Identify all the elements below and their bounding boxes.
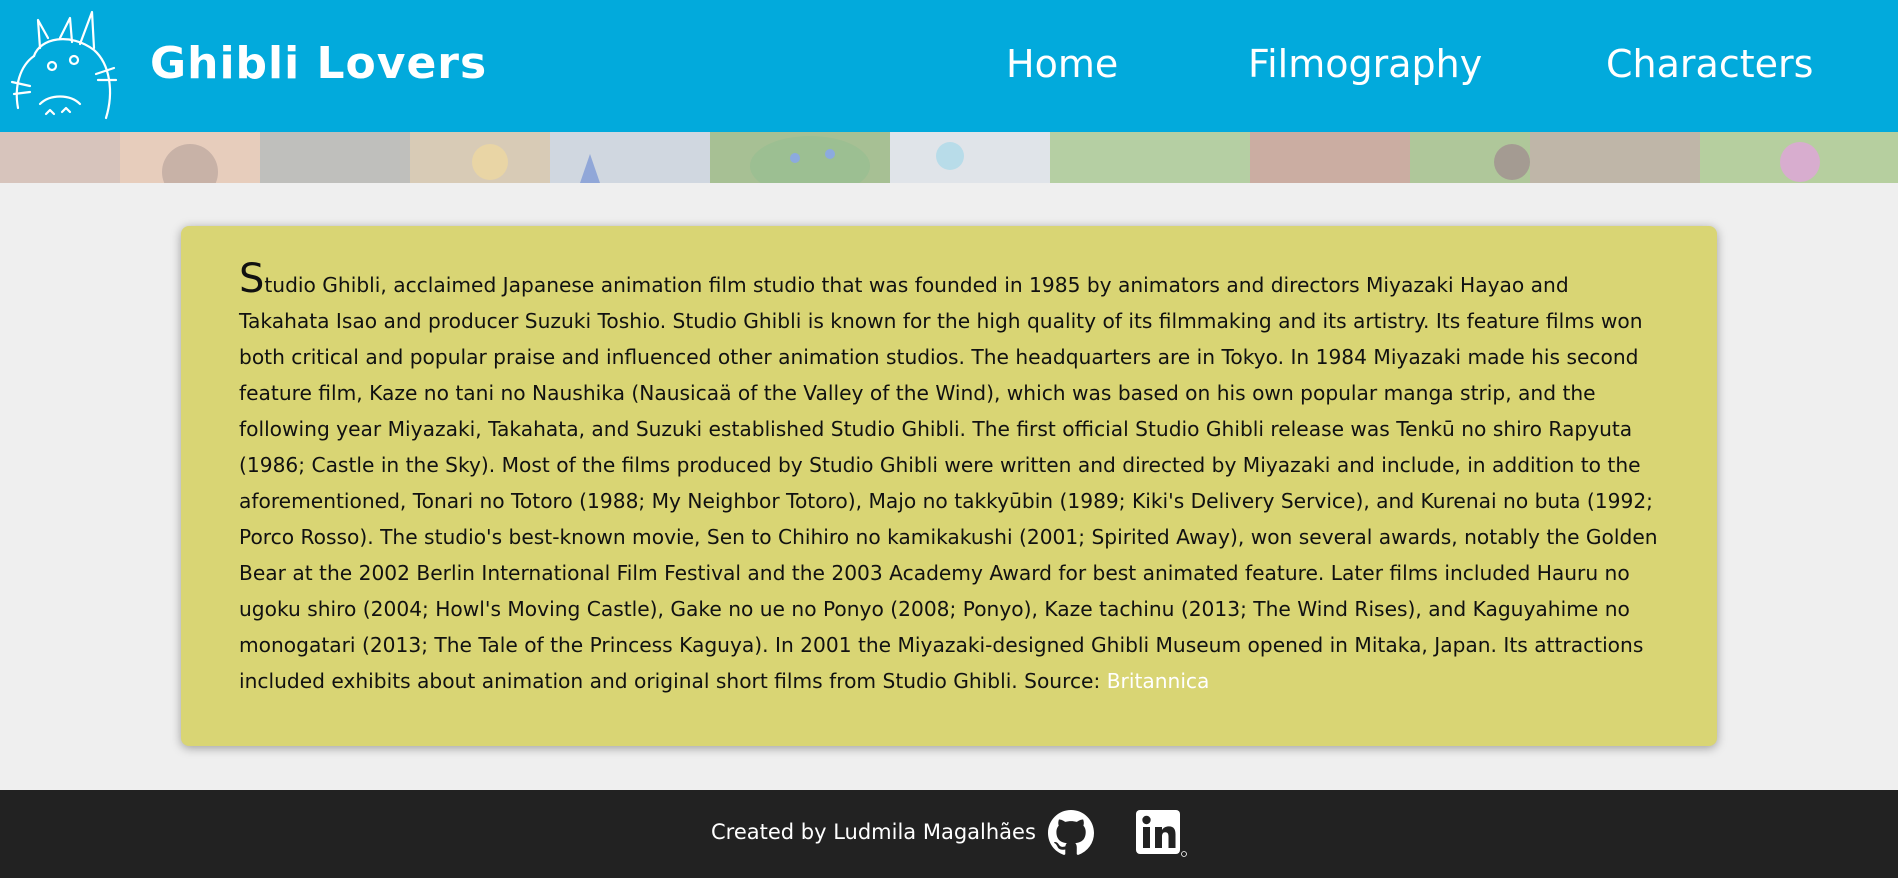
about-text: Studio Ghibli, acclaimed Japanese animat…	[239, 259, 1659, 699]
github-icon[interactable]	[1048, 810, 1094, 856]
site-footer: Created by Ludmila Magalhães	[0, 790, 1898, 878]
nav-filmography[interactable]: Filmography	[1248, 42, 1482, 86]
nav-home[interactable]: Home	[1006, 42, 1118, 86]
about-card: Studio Ghibli, acclaimed Japanese animat…	[181, 226, 1717, 746]
totoro-icon[interactable]	[10, 8, 118, 124]
nav-characters[interactable]: Characters	[1606, 42, 1813, 86]
site-title[interactable]: Ghibli Lovers	[150, 38, 487, 89]
source-link[interactable]: Britannica	[1107, 669, 1210, 693]
drop-cap: S	[239, 256, 265, 302]
linkedin-icon[interactable]	[1136, 810, 1188, 858]
hero-banner-image	[0, 132, 1898, 183]
about-body: tudio Ghibli, acclaimed Japanese animati…	[239, 273, 1658, 693]
footer-credit: Created by Ludmila Magalhães	[711, 820, 1036, 844]
site-header: Ghibli Lovers Home Filmography Character…	[0, 0, 1898, 132]
